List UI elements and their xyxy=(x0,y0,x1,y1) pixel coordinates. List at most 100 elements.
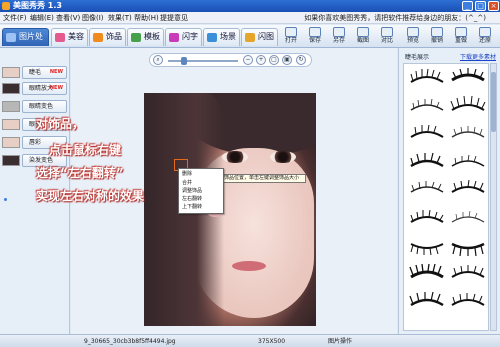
eyelash-item[interactable] xyxy=(407,234,447,258)
lip-color-thumbnail-icon xyxy=(2,137,20,148)
tab-image-processing[interactable]: 图片处理 xyxy=(2,28,49,57)
material-panel: 睫毛展示 下载更多素材 xyxy=(398,48,500,334)
context-delete[interactable]: 删除 xyxy=(182,170,192,178)
save-as-button[interactable]: 另存 xyxy=(328,27,350,47)
context-flip-horizontal[interactable]: 左右翻转 xyxy=(182,195,202,203)
context-merge[interactable]: 合并 xyxy=(182,179,192,187)
tab-flash-image[interactable]: 闪图 xyxy=(241,28,278,46)
download-more-link[interactable]: 下载更多素材 xyxy=(460,52,496,61)
eyelash-item[interactable] xyxy=(448,262,488,286)
tab-accessories[interactable]: 饰品 xyxy=(89,28,126,46)
preview-icon xyxy=(407,27,419,37)
flash-text-icon xyxy=(169,33,179,42)
tab-templates[interactable]: 模板 xyxy=(127,28,164,46)
photo-eye-left xyxy=(222,151,248,163)
preview-button[interactable]: 预览 xyxy=(402,27,424,47)
eyelash-item[interactable] xyxy=(407,206,447,230)
context-flip-vertical[interactable]: 上下翻转 xyxy=(182,203,202,211)
save-button[interactable]: 保存 xyxy=(304,27,326,47)
eyelash-item[interactable] xyxy=(448,150,488,174)
menu-view[interactable]: 查看(V) xyxy=(56,13,80,23)
restore-icon xyxy=(479,27,491,37)
status-bar: 9_30665_30cb3b8f5ff4494.jpg 375X500 图片操作 xyxy=(0,334,500,347)
save-icon xyxy=(309,27,321,37)
original-size-icon[interactable]: ▣ xyxy=(282,55,292,65)
eyelash-item[interactable] xyxy=(407,66,447,90)
eyelash-item[interactable] xyxy=(448,178,488,202)
tab-toolbar-row: 图片处理 美容 饰品 模板 闪字 场景 闪图 打开 保存 另存 截图 xyxy=(0,25,500,57)
status-filename: 9_30665_30cb3b8f5ff4494.jpg xyxy=(84,338,176,345)
promo-text: 如果你喜欢美图秀秀，请把软件推荐给身边的朋友：(^_^) xyxy=(304,14,486,22)
eyelash-item[interactable] xyxy=(407,150,447,174)
new-badge: NEW xyxy=(49,85,63,91)
status-dimensions: 375X500 xyxy=(258,338,286,345)
eyelash-item[interactable] xyxy=(448,122,488,146)
eyelash-item[interactable] xyxy=(448,66,488,90)
undo-icon xyxy=(431,27,443,37)
tab-scenes[interactable]: 场景 xyxy=(203,28,240,46)
screenshot-icon xyxy=(357,27,369,37)
zoom-out-icon[interactable]: − xyxy=(243,55,253,65)
eyelash-item[interactable] xyxy=(448,94,488,118)
zoom-slider-track[interactable] xyxy=(168,60,238,62)
screenshot-button[interactable]: 截图 xyxy=(352,27,374,47)
undo-button[interactable]: 撤销 xyxy=(426,27,448,47)
photo-eye-right xyxy=(270,151,296,163)
eyelash-item[interactable] xyxy=(407,178,447,202)
tool-eye-enlarge[interactable]: 眼睛放大 NEW xyxy=(2,82,68,95)
menu-file[interactable]: 文件(F) xyxy=(3,13,27,23)
scrollbar-thumb[interactable] xyxy=(491,72,496,132)
rotate-icon[interactable]: ↻ xyxy=(296,55,306,65)
context-adjust[interactable]: 调整饰品 xyxy=(182,187,202,195)
redo-button[interactable]: 重做 xyxy=(450,27,472,47)
eyelash-grid xyxy=(403,63,489,331)
bullet-icon xyxy=(4,198,7,201)
eyelash-item[interactable] xyxy=(407,262,447,286)
instruction-line-1: 对饰品， xyxy=(36,117,85,131)
photo-preview[interactable] xyxy=(144,93,316,326)
tab-beauty[interactable]: 美容 xyxy=(51,28,88,46)
tool-eye-color[interactable]: 眼睛变色 xyxy=(2,100,68,113)
status-action: 图片操作 xyxy=(328,338,353,345)
tool-label: 唇彩 xyxy=(29,139,42,146)
eyelash-item[interactable] xyxy=(407,122,447,146)
eyelash-item[interactable] xyxy=(448,206,488,230)
search-icon[interactable]: ⌕ xyxy=(153,55,163,65)
hair-color-thumbnail-icon xyxy=(2,155,20,166)
instruction-line-2: 点击鼠标右键 xyxy=(49,143,122,157)
minimize-button[interactable]: _ xyxy=(462,1,473,11)
template-icon xyxy=(131,33,141,42)
title-bar: 美图秀秀 1.3 _ □ × xyxy=(0,0,500,12)
save-as-icon xyxy=(333,27,345,37)
panel-title: 睫毛展示 xyxy=(405,54,430,61)
compare-button[interactable]: 对比 xyxy=(376,27,398,47)
accessory-icon xyxy=(93,33,103,42)
tool-label: 染发变色 xyxy=(29,157,54,164)
new-badge: NEW xyxy=(49,69,63,75)
eyelash-thumbnail-icon xyxy=(2,67,20,78)
tab-flash-text[interactable]: 闪字 xyxy=(165,28,202,46)
instruction-line-4: 实现左右对称的效果 xyxy=(36,189,145,203)
menu-effects[interactable]: 效果(T) xyxy=(108,13,132,23)
context-menu: 删除 合并 调整饰品 左右翻转 上下翻转 xyxy=(178,168,224,214)
open-button[interactable]: 打开 xyxy=(280,27,302,47)
eyelash-item[interactable] xyxy=(448,290,488,314)
menu-bar: 文件(F) 编辑(E) 查看(V) 图像(I) 效果(T) 帮助(H) 提提意见… xyxy=(0,12,500,24)
eyelash-item[interactable] xyxy=(448,234,488,258)
menu-feedback[interactable]: 提提意见 xyxy=(160,13,188,23)
close-button[interactable]: × xyxy=(488,1,499,11)
fit-icon[interactable]: ▢ xyxy=(269,55,279,65)
redo-icon xyxy=(455,27,467,37)
menu-edit[interactable]: 编辑(E) xyxy=(30,13,54,23)
restore-button[interactable]: 还原 xyxy=(474,27,496,47)
menu-help[interactable]: 帮助(H) xyxy=(134,13,159,23)
zoom-in-icon[interactable]: + xyxy=(256,55,266,65)
eyelash-item[interactable] xyxy=(407,94,447,118)
zoom-slider-thumb[interactable] xyxy=(181,57,187,65)
eyelash-item[interactable] xyxy=(407,290,447,314)
maximize-button[interactable]: □ xyxy=(475,1,486,11)
menu-image[interactable]: 图像(I) xyxy=(82,13,104,23)
instruction-line-3: 选择“左右翻转” xyxy=(36,166,124,180)
panel-scrollbar[interactable] xyxy=(490,63,497,331)
tool-eyelash[interactable]: 睫毛 NEW xyxy=(2,66,68,79)
